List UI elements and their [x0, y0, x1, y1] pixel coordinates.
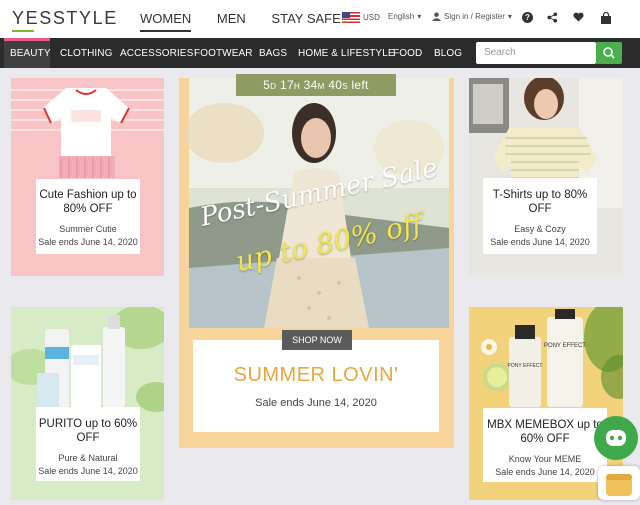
- wishlist-button[interactable]: [573, 12, 584, 22]
- us-flag-icon: [342, 12, 360, 23]
- share-icon: [547, 12, 558, 23]
- purito-caption: PURITO up to 60% OFF Pure & Natural Sale…: [36, 407, 140, 481]
- hero-title: SUMMER LOVIN': [233, 364, 399, 386]
- timer-hours-unit: H: [293, 82, 301, 91]
- timer-minutes: 34: [303, 78, 318, 92]
- card-title: PURITO up to 60% OFF: [38, 418, 138, 444]
- category-food[interactable]: FOOD: [393, 48, 422, 59]
- promo-card-cute-fashion[interactable]: Cute Fashion up to 80% OFF Summer Cutie …: [11, 78, 164, 276]
- currency-label: USD: [363, 13, 380, 22]
- timer-days-unit: D: [270, 82, 277, 91]
- help-button[interactable]: ?: [522, 12, 533, 23]
- memebox-caption: MBX MEMEBOX up to 60% OFF Know Your MEME…: [483, 408, 607, 482]
- promo-card-tshirts[interactable]: T-Shirts up to 80% OFF Easy & Cozy Sale …: [469, 78, 623, 276]
- timer-seconds-unit: S: [342, 82, 348, 91]
- card-subtitle: Know Your MEME: [508, 454, 582, 464]
- card-subtitle: Pure & Natural: [58, 453, 118, 463]
- hero-banner-summer[interactable]: Post-Summer Sale up to 80% off SUMMER LO…: [179, 78, 454, 448]
- category-bar: BEAUTY CLOTHING ACCESSORIES FOOTWEAR BAG…: [0, 38, 640, 68]
- main-nav: WOMEN MEN STAY SAFE: [140, 11, 363, 32]
- search-icon: [603, 47, 615, 59]
- tshirts-caption: T-Shirts up to 80% OFF Easy & Cozy Sale …: [483, 178, 597, 254]
- hero-sale-end: Sale ends June 14, 2020: [255, 397, 377, 409]
- nav-women[interactable]: WOMEN: [140, 11, 192, 32]
- language-selector[interactable]: English ▾: [388, 12, 421, 21]
- card-title: MBX MEMEBOX up to 60% OFF: [487, 419, 603, 445]
- card-subtitle: Summer Cutie: [59, 224, 117, 234]
- search-input[interactable]: Search: [476, 42, 596, 64]
- chevron-down-icon: ▾: [417, 12, 422, 21]
- card-sale-end: Sale ends June 14, 2020: [38, 466, 138, 476]
- heart-icon: [573, 12, 584, 22]
- card-sale-end: Sale ends June 14, 2020: [490, 237, 590, 247]
- category-footwear[interactable]: FOOTWEAR: [194, 48, 253, 59]
- category-accessories[interactable]: ACCESSORIES: [120, 48, 193, 59]
- svg-text:PONY EFFECT: PONY EFFECT: [508, 363, 543, 369]
- user-icon: [432, 12, 441, 21]
- chat-bot-button[interactable]: [594, 416, 638, 460]
- search-button[interactable]: [596, 42, 622, 64]
- language-label: English: [388, 12, 415, 21]
- logo-accent: [12, 30, 34, 32]
- category-beauty[interactable]: BEAUTY: [10, 48, 51, 59]
- recently-viewed-button[interactable]: [598, 466, 640, 500]
- chat-bot-icon: [606, 430, 626, 446]
- timer-suffix: left: [351, 78, 369, 92]
- account-label: Sign in / Register: [444, 12, 505, 21]
- nav-stay-safe[interactable]: STAY SAFE: [271, 11, 340, 26]
- timer-hours: 17: [280, 78, 294, 92]
- countdown-timer: 5D 17H 34M 40S left: [236, 74, 396, 96]
- card-subtitle: Easy & Cozy: [514, 224, 566, 234]
- account-chevron-icon: ▾: [507, 12, 512, 21]
- share-button[interactable]: [547, 12, 558, 23]
- logo-text: YESSTYLE: [12, 8, 118, 28]
- svg-text:PONY EFFECT: PONY EFFECT: [544, 343, 586, 349]
- card-title: T-Shirts up to 80% OFF: [492, 189, 588, 215]
- promo-card-purito[interactable]: PURITO up to 60% OFF Pure & Natural Sale…: [11, 307, 164, 500]
- category-home-lifestyle[interactable]: HOME & LIFESTYLE: [298, 48, 395, 59]
- card-sale-end: Sale ends June 14, 2020: [38, 237, 138, 247]
- timer-minutes-unit: M: [317, 82, 325, 91]
- product-thumbnail-icon: [606, 474, 632, 496]
- cute-fashion-caption: Cute Fashion up to 80% OFF Summer Cutie …: [36, 179, 140, 254]
- top-header: YESSTYLE WOMEN MEN STAY SAFE USD English…: [0, 0, 640, 38]
- currency-selector[interactable]: USD: [342, 12, 380, 23]
- cart-button[interactable]: [600, 12, 612, 24]
- category-bags[interactable]: BAGS: [259, 48, 287, 59]
- card-title: Cute Fashion up to 80% OFF: [39, 189, 137, 215]
- shopping-bag-icon: [601, 12, 611, 24]
- card-sale-end: Sale ends June 14, 2020: [495, 467, 595, 477]
- nav-men[interactable]: MEN: [217, 11, 246, 26]
- category-blog[interactable]: BLOG: [434, 48, 462, 59]
- shop-now-button[interactable]: SHOP NOW: [282, 330, 352, 350]
- help-icon: ?: [522, 12, 533, 23]
- timer-seconds: 40: [328, 78, 343, 92]
- hero-caption: SUMMER LOVIN' Sale ends June 14, 2020: [193, 340, 439, 432]
- account-link[interactable]: Sign in / Register ▾: [432, 12, 512, 21]
- yesstyle-logo[interactable]: YESSTYLE: [12, 8, 118, 32]
- category-clothing[interactable]: CLOTHING: [60, 48, 112, 59]
